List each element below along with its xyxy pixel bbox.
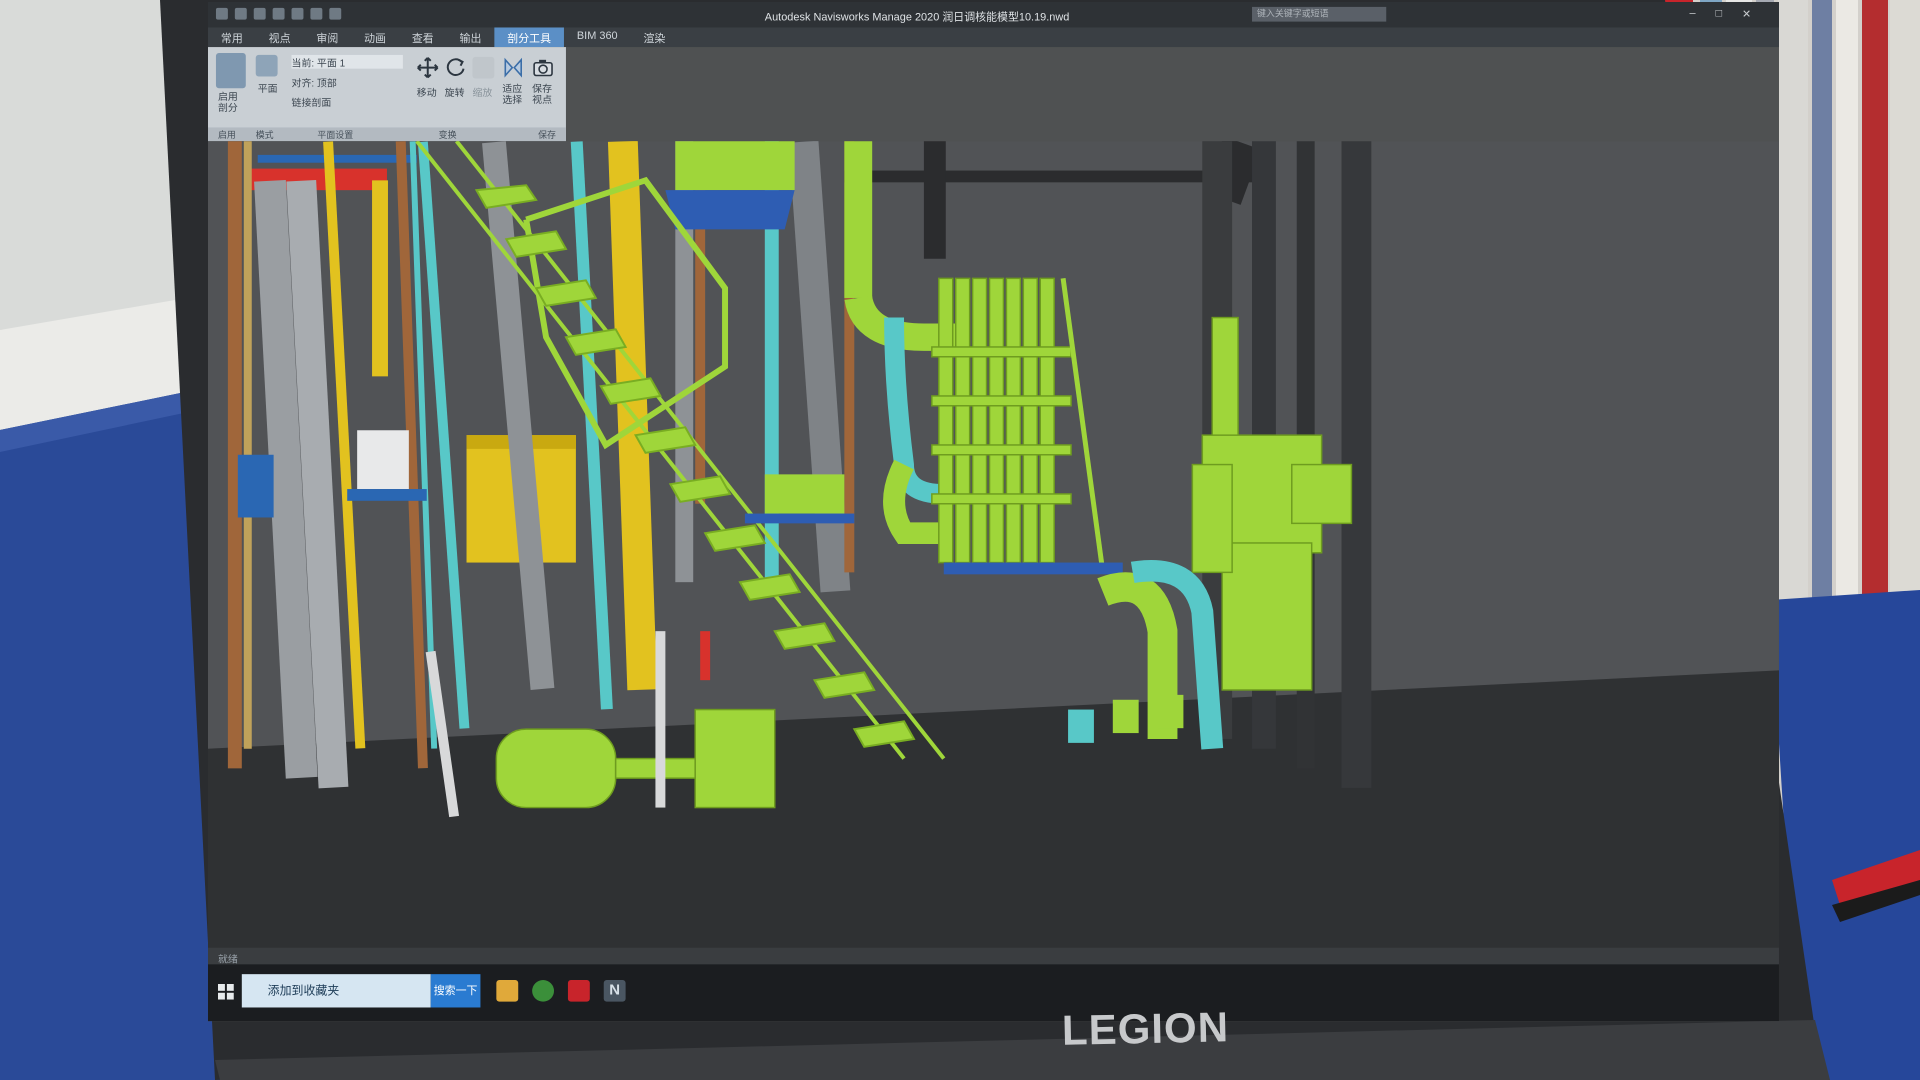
tab-review[interactable]: 审阅 (303, 27, 351, 47)
tab-sectioning-tools[interactable]: 剖分工具 (494, 27, 564, 48)
3d-viewport[interactable] (208, 141, 1779, 965)
group-mode: 模式 (255, 130, 274, 141)
move-icon[interactable] (417, 57, 439, 79)
laptop-brand-logo: LEGION (1061, 1003, 1230, 1054)
tab-viewpoint[interactable]: 视点 (256, 27, 304, 47)
move-label: 移动 (416, 88, 437, 100)
enable-sectioning-icon[interactable] (215, 52, 246, 89)
windows-taskbar: 添加到收藏夹 搜索一下 N (208, 964, 1779, 1022)
windows-start-icon[interactable] (217, 983, 234, 1000)
group-enable: 启用 (217, 130, 236, 141)
scale-label: 缩放 (472, 88, 493, 100)
quick-access-toolbar (215, 7, 342, 20)
taskbar-search-button[interactable]: 搜索一下 (430, 974, 481, 1008)
close-icon[interactable]: ✕ (1742, 8, 1751, 21)
ribbon-panel: 启用 剖分 平面 当前: 平面 1 对齐: 顶部 链接剖面 移动 旋转 缩放 适… (208, 47, 566, 143)
status-text: 就绪 (217, 954, 238, 966)
open-file-icon[interactable] (253, 7, 266, 20)
alignment-dropdown[interactable]: 对齐: 顶部 (292, 75, 337, 89)
link-section-planes[interactable]: 链接剖面 (292, 94, 332, 109)
ribbon-tabs: 常用 视点 审阅 动画 查看 输出 剖分工具 BIM 360 渲染 (208, 27, 1779, 48)
browser-icon[interactable] (532, 980, 555, 1002)
undo-icon[interactable] (310, 7, 323, 20)
file-explorer-icon[interactable] (496, 980, 519, 1002)
photo-scene: Autodesk Navisworks Manage 2020 润日调核能模型1… (0, 0, 1920, 1080)
wps-icon[interactable] (567, 980, 590, 1002)
status-bar: 就绪 (208, 947, 1779, 966)
plane-mode-label: 平面 (257, 84, 278, 96)
maximize-icon[interactable]: □ (1715, 8, 1722, 21)
plane-mode-icon[interactable] (255, 54, 278, 77)
rotate-icon[interactable] (445, 57, 467, 79)
tab-animation[interactable]: 动画 (351, 27, 399, 47)
save-viewpoint-label: 保存 视点 (532, 84, 553, 106)
ribbon-group-labels: 启用 模式 平面设置 变换 保存 (208, 127, 566, 142)
current-plane-dropdown[interactable]: 当前: 平面 1 (291, 54, 403, 70)
tab-view[interactable]: 查看 (399, 27, 447, 47)
title-bar: Autodesk Navisworks Manage 2020 润日调核能模型1… (208, 2, 1779, 28)
fit-selection-label: 适应 选择 (502, 84, 523, 106)
redo-icon[interactable] (329, 7, 342, 20)
group-plane-settings: 平面设置 (317, 130, 354, 141)
save-viewpoint-icon[interactable] (532, 57, 554, 79)
new-file-icon[interactable] (234, 7, 247, 20)
plant-model-render (208, 141, 1779, 965)
tab-output[interactable]: 输出 (447, 27, 495, 47)
tab-render[interactable]: 渲染 (631, 27, 679, 47)
app-menu-icon[interactable] (215, 7, 228, 20)
rotate-label: 旋转 (444, 88, 465, 100)
wall-left (0, 0, 175, 330)
minimize-icon[interactable]: – (1690, 8, 1696, 21)
scale-icon[interactable] (472, 56, 495, 79)
print-icon[interactable] (291, 7, 304, 20)
tab-home[interactable]: 常用 (208, 27, 256, 47)
window-title: Autodesk Navisworks Manage 2020 润日调核能模型1… (764, 11, 1070, 24)
taskbar-search-box[interactable]: 添加到收藏夹 (241, 974, 431, 1008)
tab-bim360[interactable]: BIM 360 (564, 27, 631, 47)
group-save: 保存 (538, 130, 557, 141)
window-controls: – □ ✕ (1690, 8, 1752, 21)
save-icon[interactable] (272, 7, 285, 20)
navisworks-icon[interactable]: N (603, 980, 626, 1002)
green-pump-top (675, 141, 795, 191)
enable-sectioning-label: 启用 剖分 (217, 92, 238, 114)
fit-selection-icon[interactable] (502, 57, 524, 79)
help-search-input[interactable]: 键入关键字或短语 (1252, 6, 1387, 22)
laptop-screen: Autodesk Navisworks Manage 2020 润日调核能模型1… (208, 2, 1779, 1022)
group-transform: 变换 (438, 130, 457, 141)
